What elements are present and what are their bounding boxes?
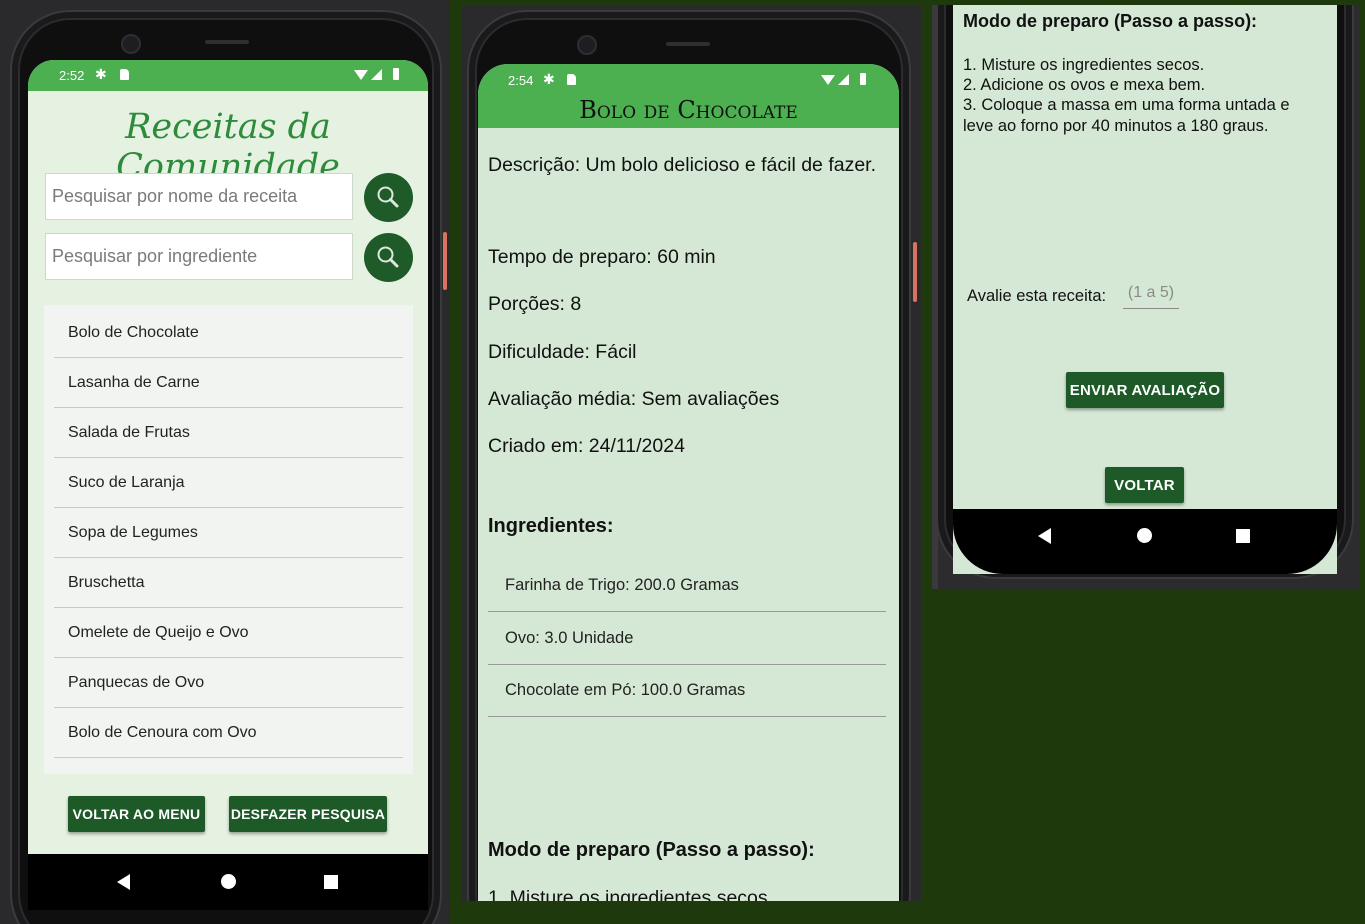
recipe-portions: Porções: 8 xyxy=(488,293,582,315)
list-item-recipe[interactable]: Omelete de Queijo e Ovo xyxy=(54,609,403,658)
recents-nav-icon[interactable] xyxy=(324,875,338,889)
list-item-recipe[interactable]: Bolo de Cenoura com Ovo xyxy=(54,709,403,758)
screen-recipes: 2:52 ✱ Receitas da Comunidade Pesquisar … xyxy=(28,60,428,910)
list-item-recipe[interactable]: Bruschetta xyxy=(54,559,403,608)
status-time: 2:52 xyxy=(59,68,85,83)
steps-heading: Modo de preparo (Passo a passo): xyxy=(963,11,1258,31)
steps-heading: Modo de preparo (Passo a passo): xyxy=(488,839,815,861)
home-nav-icon[interactable] xyxy=(221,874,236,889)
recents-nav-icon[interactable] xyxy=(1236,529,1250,543)
recipe-prep-time: Tempo de preparo: 60 min xyxy=(488,246,716,268)
status-bar: 2:54 ✱ xyxy=(478,64,899,94)
list-item-recipe[interactable]: Panquecas de Ovo xyxy=(54,659,403,708)
back-button[interactable]: VOLTAR xyxy=(1105,467,1184,503)
search-name-input[interactable]: Pesquisar por nome da receita xyxy=(45,173,353,220)
phone-panel-detail: 2:54 ✱ Bolo de Chocolate Descrição: Um b… xyxy=(461,6,921,901)
list-item-recipe[interactable]: Lasanha de Carne xyxy=(54,359,403,408)
status-time: 2:54 xyxy=(508,73,534,88)
rate-input[interactable]: (1 a 5) xyxy=(1123,284,1179,309)
step-line: leve ao forno por 40 minutos a 180 graus… xyxy=(963,117,1269,135)
speaker-grille xyxy=(205,40,249,44)
camera-icon xyxy=(577,35,597,55)
screen-rating: Modo de preparo (Passo a passo): 1. Mist… xyxy=(953,5,1337,574)
submit-rating-button[interactable]: ENVIAR AVALIAÇÃO xyxy=(1066,372,1224,408)
recipe-created-date: Criado em: 24/11/2024 xyxy=(488,435,685,457)
battery-icon xyxy=(393,68,399,80)
ingredient-item: Ovo: 3.0 Unidade xyxy=(488,613,886,665)
back-nav-icon[interactable] xyxy=(117,874,130,890)
back-nav-icon[interactable] xyxy=(1038,528,1051,544)
settings-icon: ✱ xyxy=(95,66,107,82)
sd-card-icon xyxy=(567,74,576,85)
search-ingredient-input[interactable]: Pesquisar por ingrediente xyxy=(45,233,353,280)
phone-panel-rating: Modo de preparo (Passo a passo): 1. Mist… xyxy=(932,5,1359,589)
rate-label: Avalie esta receita: xyxy=(967,287,1107,305)
recipe-list: Bolo de Chocolate Lasanha de Carne Salad… xyxy=(44,305,413,774)
navigation-bar xyxy=(953,509,1337,574)
wifi-icon xyxy=(354,70,368,80)
wifi-icon xyxy=(821,75,835,85)
camera-icon xyxy=(121,34,141,54)
search-icon xyxy=(377,186,399,208)
screen-detail: 2:54 ✱ Bolo de Chocolate Descrição: Um b… xyxy=(478,64,899,901)
navigation-bar xyxy=(28,854,428,910)
status-bar: 2:52 ✱ xyxy=(28,60,428,91)
step-line: 3. Coloque a massa em uma forma untada e xyxy=(963,96,1290,114)
list-item-recipe[interactable]: Salada de Frutas xyxy=(54,409,403,458)
search-ingredient-button[interactable] xyxy=(364,233,413,282)
side-rail xyxy=(932,5,938,589)
list-item-recipe[interactable]: Suco de Laranja xyxy=(54,459,403,508)
ingredients-heading: Ingredientes: xyxy=(488,515,614,537)
back-to-menu-button[interactable]: VOLTAR AO MENU xyxy=(68,796,205,832)
signal-icon xyxy=(371,69,382,80)
side-button xyxy=(913,242,917,302)
step-line: 1. Misture os ingredientes secos. xyxy=(963,56,1205,74)
battery-icon xyxy=(860,73,866,85)
list-item-recipe[interactable]: Sopa de Legumes xyxy=(54,509,403,558)
ingredient-item: Chocolate em Pó: 100.0 Gramas xyxy=(488,665,886,717)
undo-search-button[interactable]: DESFAZER PESQUISA xyxy=(229,796,387,832)
phone-panel-recipes: 2:52 ✱ Receitas da Comunidade Pesquisar … xyxy=(0,0,450,924)
search-name-button[interactable] xyxy=(364,173,413,222)
search-icon xyxy=(377,246,399,268)
list-item-recipe[interactable]: Bolo de Chocolate xyxy=(54,309,403,358)
steps-first-line: 1. Misture os ingredientes secos. xyxy=(488,887,774,901)
sd-card-icon xyxy=(120,69,129,80)
home-nav-icon[interactable] xyxy=(1137,528,1152,543)
step-line: 2. Adicione os ovos e mexa bem. xyxy=(963,76,1206,94)
speaker-grille xyxy=(666,42,710,46)
page-title: Bolo de Chocolate xyxy=(579,96,798,124)
recipe-rating: Avaliação média: Sem avaliações xyxy=(488,388,780,410)
recipe-difficulty: Dificuldade: Fácil xyxy=(488,341,637,363)
ingredient-item: Farinha de Trigo: 200.0 Gramas xyxy=(488,560,886,612)
side-button xyxy=(443,232,447,290)
recipe-description: Descrição: Um bolo delicioso e fácil de … xyxy=(488,154,877,176)
signal-icon xyxy=(838,74,849,85)
settings-icon: ✱ xyxy=(543,71,555,87)
